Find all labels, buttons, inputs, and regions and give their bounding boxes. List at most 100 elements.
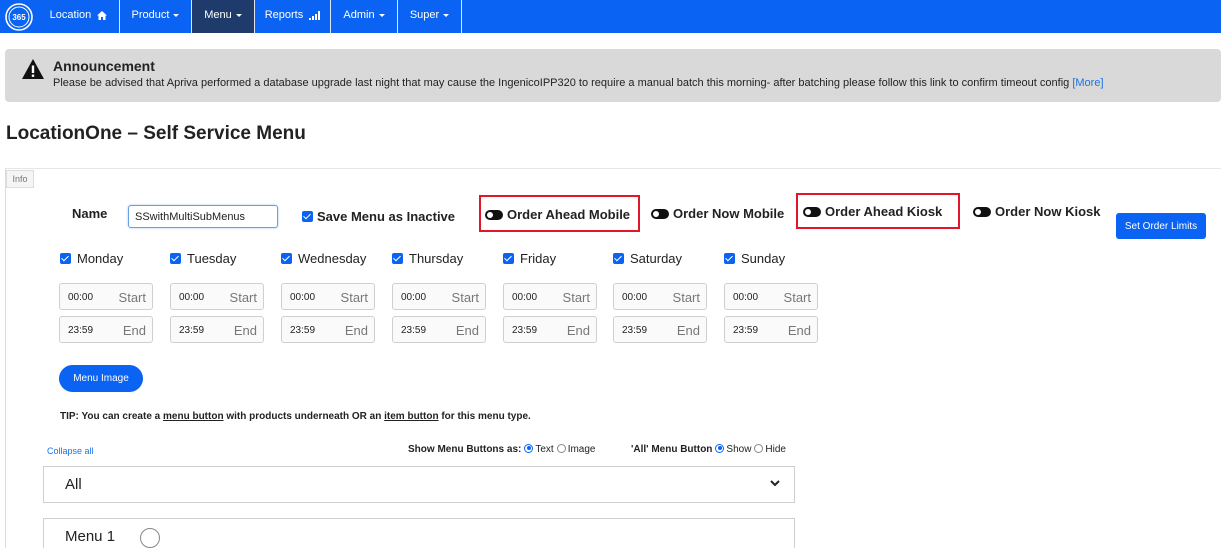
page-title: LocationOne – Self Service Menu <box>6 123 306 144</box>
tuesday-start-field[interactable]: 00:00 Start <box>170 283 264 310</box>
collapse-all-link[interactable]: Collapse all <box>47 446 94 456</box>
svg-text:365: 365 <box>12 13 26 22</box>
time-placeholder: Start <box>562 290 590 305</box>
saturday-checkbox[interactable] <box>613 253 624 265</box>
add-circle-icon[interactable] <box>140 528 160 548</box>
sunday-label: Sunday <box>741 251 786 266</box>
tuesday-end-field[interactable]: 23:59 End <box>170 316 264 343</box>
toggle-order-now-mobile[interactable]: Order Now Mobile <box>651 206 784 221</box>
tip-prefix: TIP: You can create a <box>60 411 164 422</box>
announcement-text: Please be advised that Apriva performed … <box>53 77 1104 89</box>
day-friday[interactable]: Friday <box>503 251 556 266</box>
time-value: 00:00 <box>401 292 427 303</box>
show-menu-buttons-as: Show Menu Buttons as: Text Image <box>408 443 596 455</box>
accordion-menu-1[interactable]: Menu 1 <box>43 518 795 548</box>
radio-show[interactable] <box>715 443 725 453</box>
thursday-start-field[interactable]: 00:00 Start <box>392 283 486 310</box>
radio-hide-label: Hide <box>765 444 786 455</box>
set-order-limits-button[interactable]: Set Order Limits <box>1116 213 1206 239</box>
save-inactive-checkbox-row[interactable]: Save Menu as Inactive <box>302 209 455 224</box>
more-link[interactable]: [More] <box>1072 77 1103 89</box>
friday-start-field[interactable]: 00:00 Start <box>503 283 597 310</box>
wednesday-end-field[interactable]: 23:59 End <box>281 316 375 343</box>
friday-end-field[interactable]: 23:59 End <box>503 316 597 343</box>
thursday-checkbox[interactable] <box>392 253 403 265</box>
toggle-switch-icon[interactable] <box>973 206 991 217</box>
toggle-switch-icon[interactable] <box>803 206 821 217</box>
chevron-down-icon[interactable] <box>770 480 780 487</box>
tab-info[interactable]: Info <box>6 170 34 188</box>
chevron-down-icon <box>443 13 450 17</box>
monday-end-field[interactable]: 23:59 End <box>59 316 153 343</box>
sunday-start-field[interactable]: 00:00 Start <box>724 283 818 310</box>
tuesday-checkbox[interactable] <box>170 253 181 265</box>
day-sunday[interactable]: Sunday <box>724 251 785 266</box>
toggle-switch-icon[interactable] <box>485 209 503 220</box>
radio-image-label: Image <box>567 444 596 455</box>
toggle-order-now-kiosk[interactable]: Order Now Kiosk <box>973 204 1100 219</box>
chevron-down-icon <box>173 13 180 17</box>
time-value: 00:00 <box>733 292 759 303</box>
radio-hide[interactable] <box>754 443 764 453</box>
toggle-order-ahead-mobile[interactable]: Order Ahead Mobile <box>485 207 630 222</box>
time-placeholder: End <box>787 323 811 338</box>
nav-super-label: Super <box>409 9 440 21</box>
menu-button-link[interactable]: menu button <box>163 411 224 422</box>
day-wednesday[interactable]: Wednesday <box>281 251 366 266</box>
friday-label: Friday <box>520 251 557 266</box>
radio-text[interactable] <box>524 443 534 453</box>
accordion-all-label: All <box>65 476 82 493</box>
accordion-all[interactable]: All <box>43 466 795 503</box>
wednesday-label: Wednesday <box>298 251 367 266</box>
home-icon <box>97 10 108 20</box>
time-value: 00:00 <box>622 292 648 303</box>
name-label: Name <box>72 206 108 221</box>
save-inactive-label: Save Menu as Inactive <box>317 209 456 224</box>
day-monday[interactable]: Monday <box>60 251 123 266</box>
time-placeholder: End <box>676 323 700 338</box>
logo-365[interactable]: 365 <box>4 2 34 32</box>
chevron-down-icon <box>378 13 385 17</box>
thursday-end-field[interactable]: 23:59 End <box>392 316 486 343</box>
toggle-switch-icon[interactable] <box>651 208 669 219</box>
sunday-checkbox[interactable] <box>724 253 735 265</box>
radio-text-label: Text <box>535 444 554 455</box>
announcement-title: Announcement <box>53 58 155 74</box>
order-now-mobile-label: Order Now Mobile <box>673 206 785 221</box>
time-value: 00:00 <box>512 292 538 303</box>
saturday-start-field[interactable]: 00:00 Start <box>613 283 707 310</box>
tuesday-label: Tuesday <box>187 251 237 266</box>
radio-show-label: Show <box>726 444 752 455</box>
time-value: 23:59 <box>68 325 94 336</box>
nav-product[interactable]: Product <box>120 0 192 33</box>
menu-image-button[interactable]: Menu Image <box>59 365 143 392</box>
wednesday-start-field[interactable]: 00:00 Start <box>281 283 375 310</box>
friday-checkbox[interactable] <box>503 253 514 265</box>
monday-start-field[interactable]: 00:00 Start <box>59 283 153 310</box>
sunday-end-field[interactable]: 23:59 End <box>724 316 818 343</box>
monday-checkbox[interactable] <box>60 253 71 265</box>
time-value: 23:59 <box>290 325 316 336</box>
tip-text: TIP: You can create a menu button with p… <box>60 411 531 422</box>
nav-reports[interactable]: Reports <box>255 0 331 33</box>
toggle-order-ahead-kiosk[interactable]: Order Ahead Kiosk <box>803 204 942 219</box>
menu-name-input[interactable] <box>128 205 278 228</box>
time-placeholder: Start <box>783 290 811 305</box>
day-tuesday[interactable]: Tuesday <box>170 251 236 266</box>
nav-super[interactable]: Super <box>398 0 462 33</box>
radio-image[interactable] <box>556 443 566 453</box>
wednesday-checkbox[interactable] <box>281 253 292 265</box>
tip-suffix: for this menu type. <box>438 411 531 422</box>
item-button-link[interactable]: item button <box>384 411 438 422</box>
tip-middle: with products underneath OR an <box>223 411 385 422</box>
day-saturday[interactable]: Saturday <box>613 251 682 266</box>
nav-reports-label: Reports <box>264 9 304 21</box>
nav-admin[interactable]: Admin <box>331 0 398 33</box>
saturday-end-field[interactable]: 23:59 End <box>613 316 707 343</box>
all-menu-button-option: 'All' Menu Button Show Hide <box>631 443 786 455</box>
save-inactive-checkbox[interactable] <box>302 211 313 223</box>
nav-menu[interactable]: Menu <box>192 0 255 33</box>
order-ahead-mobile-label: Order Ahead Mobile <box>507 207 631 222</box>
day-thursday[interactable]: Thursday <box>392 251 463 266</box>
nav-location[interactable]: Location <box>38 0 120 33</box>
